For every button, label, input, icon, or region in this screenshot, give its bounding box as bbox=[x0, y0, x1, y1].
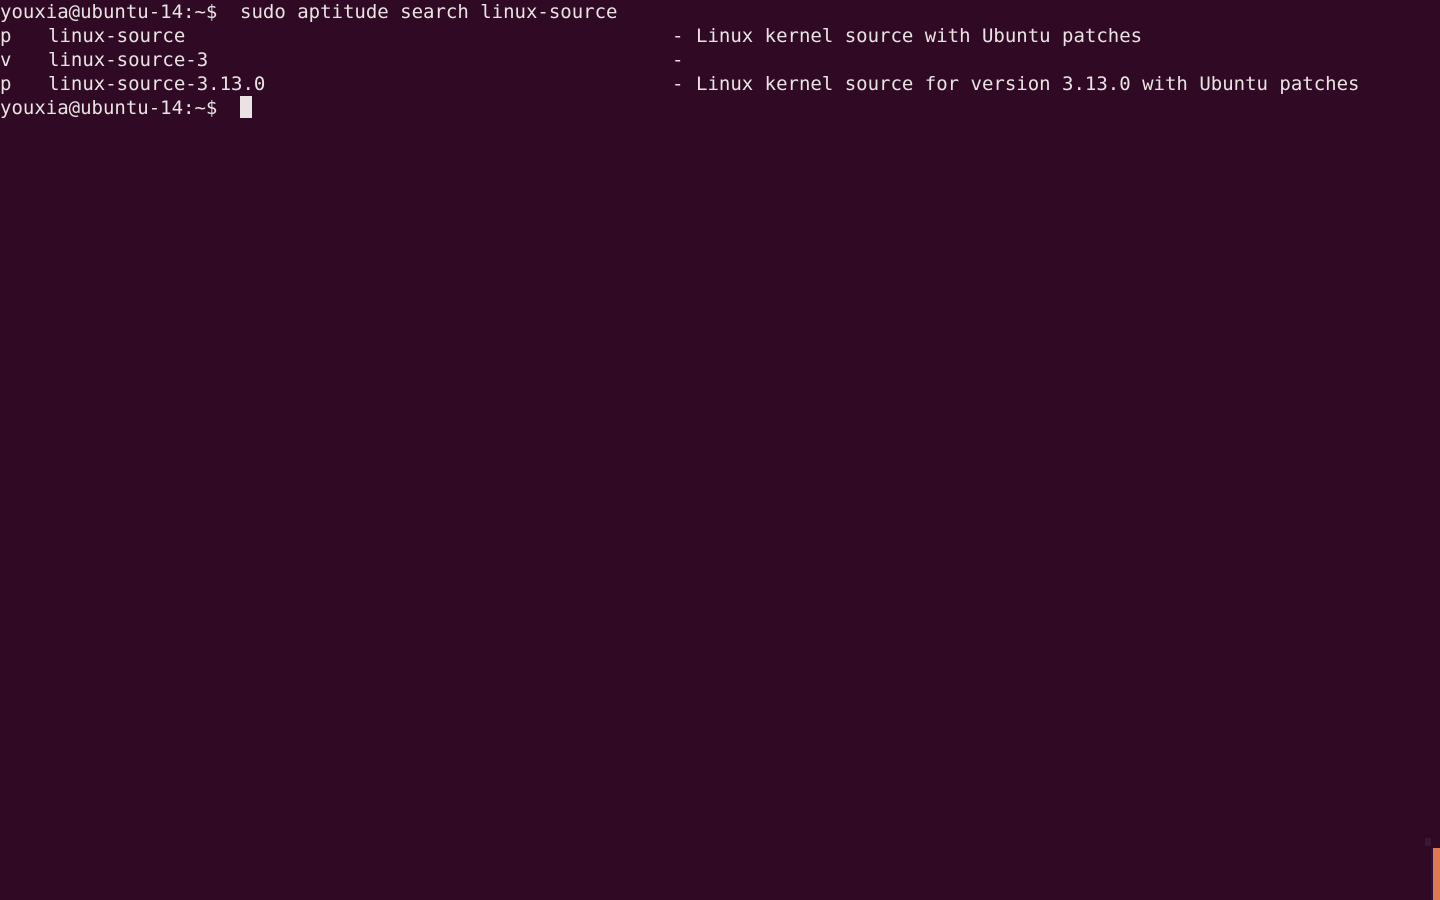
text-cursor bbox=[240, 96, 252, 118]
package-name: linux-source-3.13.0 bbox=[48, 73, 266, 95]
terminal-screen[interactable]: youxia@ubuntu-14:~$ sudo aptitude search… bbox=[0, 0, 1440, 900]
package-row: p linux-source - Linux kernel source wit… bbox=[0, 24, 1440, 48]
scrollbar-notch bbox=[1425, 838, 1431, 846]
package-name: linux-source-3 bbox=[48, 49, 209, 71]
scrollbar-thumb[interactable] bbox=[1433, 848, 1440, 900]
package-state: p bbox=[0, 73, 12, 95]
package-name: linux-source bbox=[48, 25, 186, 47]
package-description: Linux kernel source with Ubuntu patches bbox=[696, 25, 1143, 47]
package-separator: - bbox=[672, 73, 684, 95]
package-state: v bbox=[0, 49, 12, 71]
terminal-window[interactable]: youxia@ubuntu-14:~$ sudo aptitude search… bbox=[0, 0, 1440, 900]
package-description: Linux kernel source for version 3.13.0 w… bbox=[696, 73, 1360, 95]
package-state: p bbox=[0, 25, 12, 47]
shell-prompt: youxia@ubuntu-14:~$ bbox=[0, 1, 218, 23]
shell-prompt: youxia@ubuntu-14:~$ bbox=[0, 97, 218, 119]
package-separator: - bbox=[672, 49, 684, 71]
terminal-line-prompt: youxia@ubuntu-14:~$ bbox=[0, 96, 1440, 120]
package-separator: - bbox=[672, 25, 684, 47]
package-row: v linux-source-3 - bbox=[0, 48, 1440, 72]
shell-command: sudo aptitude search linux-source bbox=[240, 1, 618, 23]
package-row: p linux-source-3.13.0 - Linux kernel sou… bbox=[0, 72, 1440, 96]
terminal-line-command: youxia@ubuntu-14:~$ sudo aptitude search… bbox=[0, 0, 1440, 24]
